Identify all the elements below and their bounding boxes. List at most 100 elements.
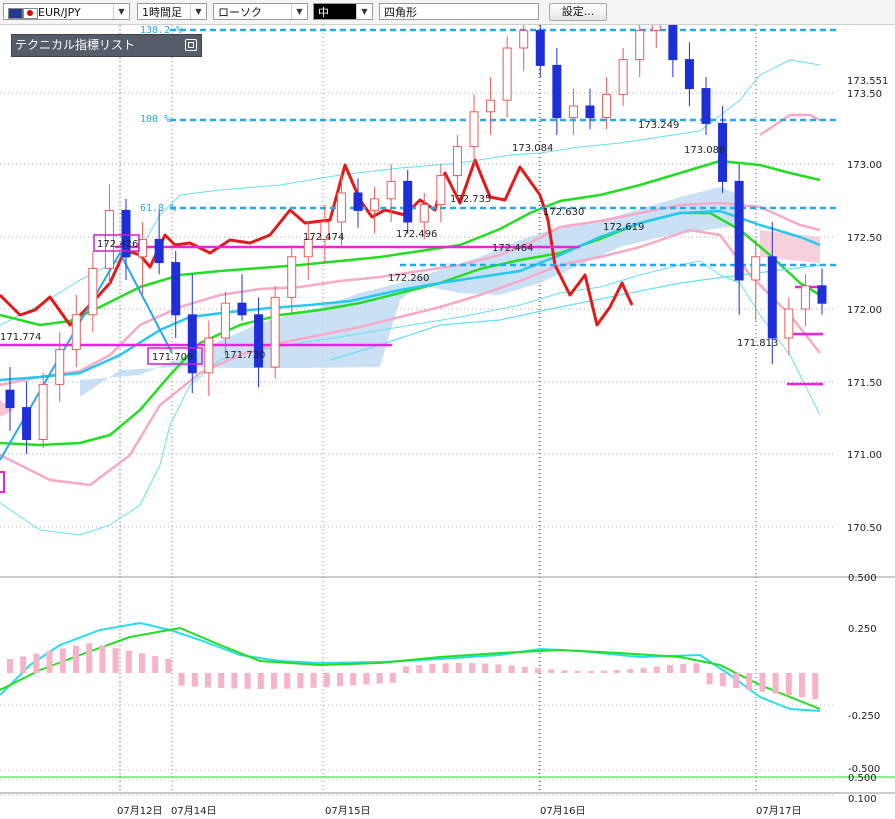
candle-body xyxy=(171,262,181,316)
price-annotation: 172.474 xyxy=(303,232,344,243)
macd-bar xyxy=(20,656,27,673)
candle-body xyxy=(817,285,827,304)
candle-body xyxy=(88,267,98,316)
candle-body xyxy=(403,180,413,223)
candle-body xyxy=(370,198,380,211)
macd-bar xyxy=(574,670,581,673)
indicator-list-panel[interactable]: テクニカル指標リスト xyxy=(11,34,202,57)
settings-button[interactable]: 設定... xyxy=(549,3,607,21)
candle-body xyxy=(22,407,32,441)
jp-flag-icon xyxy=(23,8,38,19)
line-width-select[interactable]: 中 ▼ xyxy=(313,3,373,20)
draw-tool-field[interactable]: 四角形 xyxy=(379,3,539,20)
eu-flag-icon xyxy=(8,8,23,19)
price-annotation: 171.813 xyxy=(737,338,778,349)
macd-bar xyxy=(640,667,647,673)
macd-bar xyxy=(759,673,766,692)
macd-bar xyxy=(323,673,330,688)
toolbar: EUR/JPY ▼ 1時間足 ▼ ローソク ▼ 中 ▼ 四角形 設定... xyxy=(0,0,895,25)
price-annotation: 173.088 xyxy=(684,145,725,156)
candle-body xyxy=(602,93,612,119)
date-label: 07月16日 xyxy=(540,805,585,817)
macd-bar xyxy=(376,673,383,684)
restore-window-icon[interactable] xyxy=(185,39,197,51)
price-annotation: 173.249 xyxy=(638,120,679,131)
macd-bar xyxy=(614,670,621,673)
price-annotation: 173.084 xyxy=(512,143,553,154)
indicator-list-title: テクニカル指標リスト xyxy=(15,38,136,52)
candle-body xyxy=(585,105,595,119)
bollinger-lower-outer xyxy=(0,260,821,536)
candle-body xyxy=(635,30,645,61)
candle-body xyxy=(237,302,247,316)
macd-bar xyxy=(337,673,343,687)
candle-body xyxy=(452,146,462,177)
candle-body xyxy=(568,105,578,119)
macd-bar xyxy=(706,673,713,685)
macd-bar xyxy=(73,645,79,673)
macd-bar xyxy=(33,653,40,673)
macd-bar xyxy=(139,653,145,673)
candle-body xyxy=(651,25,661,32)
date-label: 07月17日 xyxy=(756,805,801,817)
price-axis-label: 173.551 xyxy=(847,76,888,87)
candle-body xyxy=(436,175,446,206)
macd-bar xyxy=(178,673,185,686)
date-label: 07月12日 xyxy=(117,805,162,817)
macd-bar xyxy=(59,648,66,673)
macd-bar xyxy=(482,663,489,673)
macd-bar xyxy=(627,668,634,673)
macd-bar xyxy=(561,670,568,673)
chevron-down-icon: ▼ xyxy=(356,4,372,19)
macd-bar xyxy=(389,673,396,683)
candle-body xyxy=(535,30,545,66)
macd-bar xyxy=(653,666,660,673)
macd-bar xyxy=(46,651,53,673)
macd-bar xyxy=(152,656,159,673)
oscillator-axis-label: 0.500 xyxy=(848,573,877,584)
price-chart[interactable]: 138.2 %100 %61.8 % 171.774172.426171.709… xyxy=(0,25,895,819)
candle-body xyxy=(469,111,479,148)
date-label: 07月14日 xyxy=(171,805,216,817)
macd-bar xyxy=(191,673,198,687)
macd-bar xyxy=(244,673,251,689)
macd-bar xyxy=(442,663,449,673)
macd-bar xyxy=(99,645,106,673)
timeframe-select[interactable]: 1時間足 ▼ xyxy=(137,3,207,20)
fib-label: 61.8 % xyxy=(140,203,176,214)
macd-bar xyxy=(693,663,700,673)
macd-bar xyxy=(231,673,238,689)
macd-bar xyxy=(521,666,528,673)
price-axis-label: 171.50 xyxy=(847,378,882,389)
candle-body xyxy=(552,64,562,119)
candle-body xyxy=(618,59,628,95)
price-annotation: 172.464 xyxy=(492,243,533,254)
candle-body xyxy=(668,25,678,61)
date-label: 07月15日 xyxy=(325,805,370,817)
price-axis-label: 170.50 xyxy=(847,523,882,534)
chevron-down-icon: ▼ xyxy=(190,4,206,19)
price-annotation: 171.730 xyxy=(224,350,265,361)
candle-body xyxy=(336,192,346,223)
price-axis-label: 173.50 xyxy=(847,89,882,100)
bollinger-lower xyxy=(0,228,821,487)
candle-body xyxy=(353,192,363,211)
symbol-select[interactable]: EUR/JPY ▼ xyxy=(3,3,130,20)
macd-bar xyxy=(785,673,792,696)
macd-bar xyxy=(535,668,541,673)
price-annotation: 172.735 xyxy=(450,194,491,205)
price-axis: 173.551 173.50 173.00 172.50 172.00 171.50 171… xyxy=(847,76,888,805)
macd-panel xyxy=(7,643,819,700)
macd-bar xyxy=(812,673,819,700)
macd-bar xyxy=(680,664,687,673)
candle-body xyxy=(419,204,429,223)
candle-body xyxy=(287,256,297,298)
price-axis-label: 172.00 xyxy=(847,305,882,316)
price-annotation: 172.630 xyxy=(543,207,584,218)
macd-bar xyxy=(455,663,462,673)
macd-bar xyxy=(733,673,739,689)
macd-bar xyxy=(746,673,753,690)
candle-body xyxy=(5,389,15,409)
chart-type-select[interactable]: ローソク ▼ xyxy=(213,3,308,20)
candle-body xyxy=(684,59,694,90)
